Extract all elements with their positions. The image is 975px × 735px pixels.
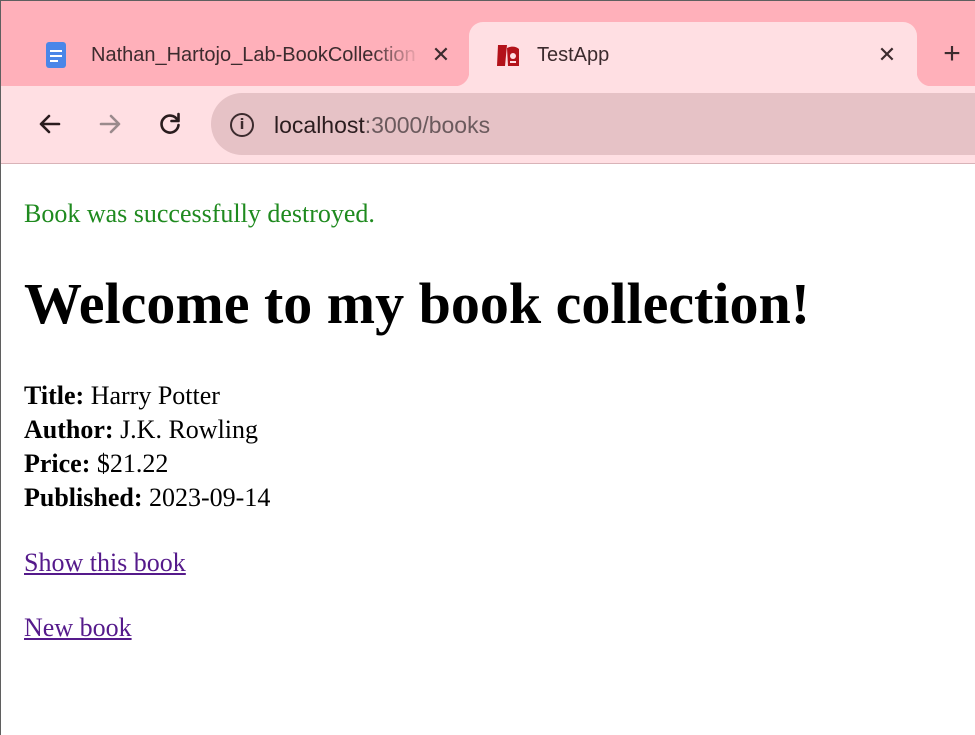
close-icon[interactable]: ✕ xyxy=(872,40,902,70)
back-button[interactable] xyxy=(32,106,68,142)
price-value: $21.22 xyxy=(96,449,169,478)
tab-strip: Nathan_Hartojo_Lab-BookCollection ✕ Test… xyxy=(1,1,975,86)
published-label: Published: xyxy=(24,483,143,512)
new-tab-button[interactable]: + xyxy=(937,37,967,70)
info-icon[interactable]: i xyxy=(230,113,254,137)
close-icon[interactable]: ✕ xyxy=(426,40,456,70)
browser-window: Nathan_Hartojo_Lab-BookCollection ✕ Test… xyxy=(0,0,975,735)
book-author-row: Author: J.K. Rowling xyxy=(24,413,270,447)
arrow-left-icon xyxy=(39,114,61,134)
tab-docs[interactable]: Nathan_Hartojo_Lab-BookCollection ✕ xyxy=(31,22,466,86)
docs-icon xyxy=(46,42,66,68)
address-bar[interactable]: i localhost:3000/books xyxy=(211,93,975,155)
book-details: Title: Harry Potter Author: J.K. Rowling… xyxy=(24,379,270,515)
arrow-right-icon xyxy=(99,114,121,134)
browser-toolbar: i localhost:3000/books xyxy=(1,86,975,164)
reload-icon xyxy=(160,112,180,134)
flash-notice: Book was successfully destroyed. xyxy=(24,199,375,228)
price-label: Price: xyxy=(24,449,91,478)
title-label: Title: xyxy=(24,381,85,410)
title-value: Harry Potter xyxy=(90,381,220,410)
book-published-row: Published: 2023-09-14 xyxy=(24,481,270,515)
reload-button[interactable] xyxy=(152,106,188,142)
new-book-link[interactable]: New book xyxy=(24,613,132,643)
book-price-row: Price: $21.22 xyxy=(24,447,270,481)
author-label: Author: xyxy=(24,415,114,444)
page-title: Welcome to my book collection! xyxy=(24,271,811,336)
url-path: :3000/books xyxy=(364,112,491,138)
url-text[interactable]: localhost:3000/books xyxy=(274,111,490,139)
show-book-link[interactable]: Show this book xyxy=(24,548,186,578)
url-host: localhost xyxy=(274,112,365,138)
tab-title: TestApp xyxy=(537,44,610,66)
published-value: 2023-09-14 xyxy=(149,483,271,512)
forward-button[interactable] xyxy=(92,106,128,142)
tab-title: Nathan_Hartojo_Lab-BookCollection xyxy=(91,44,416,66)
rails-icon xyxy=(497,45,519,66)
tab-testapp[interactable]: TestApp ✕ xyxy=(455,22,931,86)
author-value: J.K. Rowling xyxy=(120,415,259,444)
book-title-row: Title: Harry Potter xyxy=(24,379,270,413)
